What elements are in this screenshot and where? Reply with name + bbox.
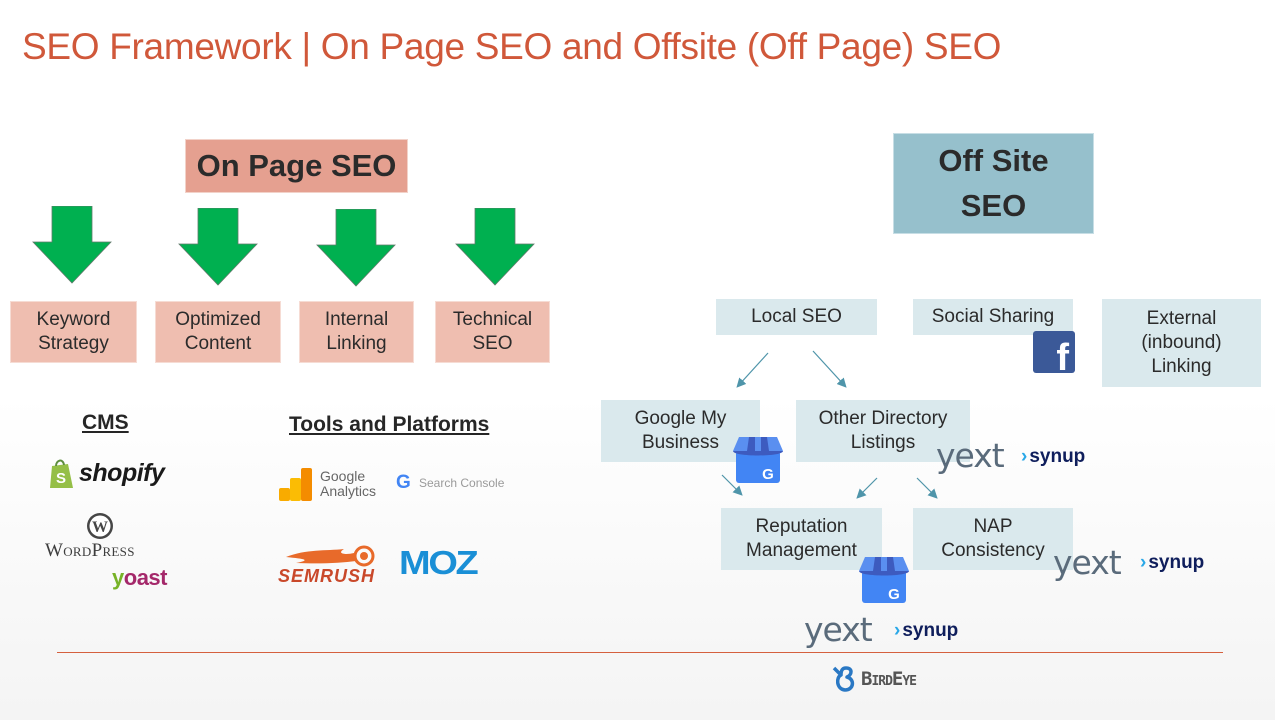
synup-chevron-icon: › [1140, 552, 1147, 573]
yext-logo: yext [1053, 543, 1122, 582]
birdeye-wordmark: BirdEye [861, 668, 917, 690]
connector-arrows [721, 350, 938, 499]
birdeye-bird-icon [832, 666, 855, 692]
yext-logo: yext [804, 610, 873, 649]
birdeye-logo: BirdEye [832, 665, 942, 693]
google-my-business-icon: G [859, 557, 909, 608]
footer-divider [57, 652, 1223, 653]
connector-directory-to-nap [916, 477, 938, 499]
synup-logo: › synup [894, 620, 959, 641]
synup-chevron-icon: › [894, 620, 901, 641]
synup-chevron-icon: › [1021, 446, 1028, 467]
connector-local-to-directory [812, 350, 847, 388]
synup-logo: › synup [1021, 446, 1086, 467]
connector-directory-to-reputation [856, 477, 878, 499]
svg-text:G: G [762, 466, 774, 483]
connector-local-to-gmb [736, 352, 769, 388]
google-my-business-icon: G [733, 437, 783, 488]
synup-logo: › synup [1140, 552, 1205, 573]
facebook-icon: f [1033, 331, 1075, 377]
yext-logo: yext [936, 436, 1005, 475]
svg-text:G: G [888, 586, 900, 603]
